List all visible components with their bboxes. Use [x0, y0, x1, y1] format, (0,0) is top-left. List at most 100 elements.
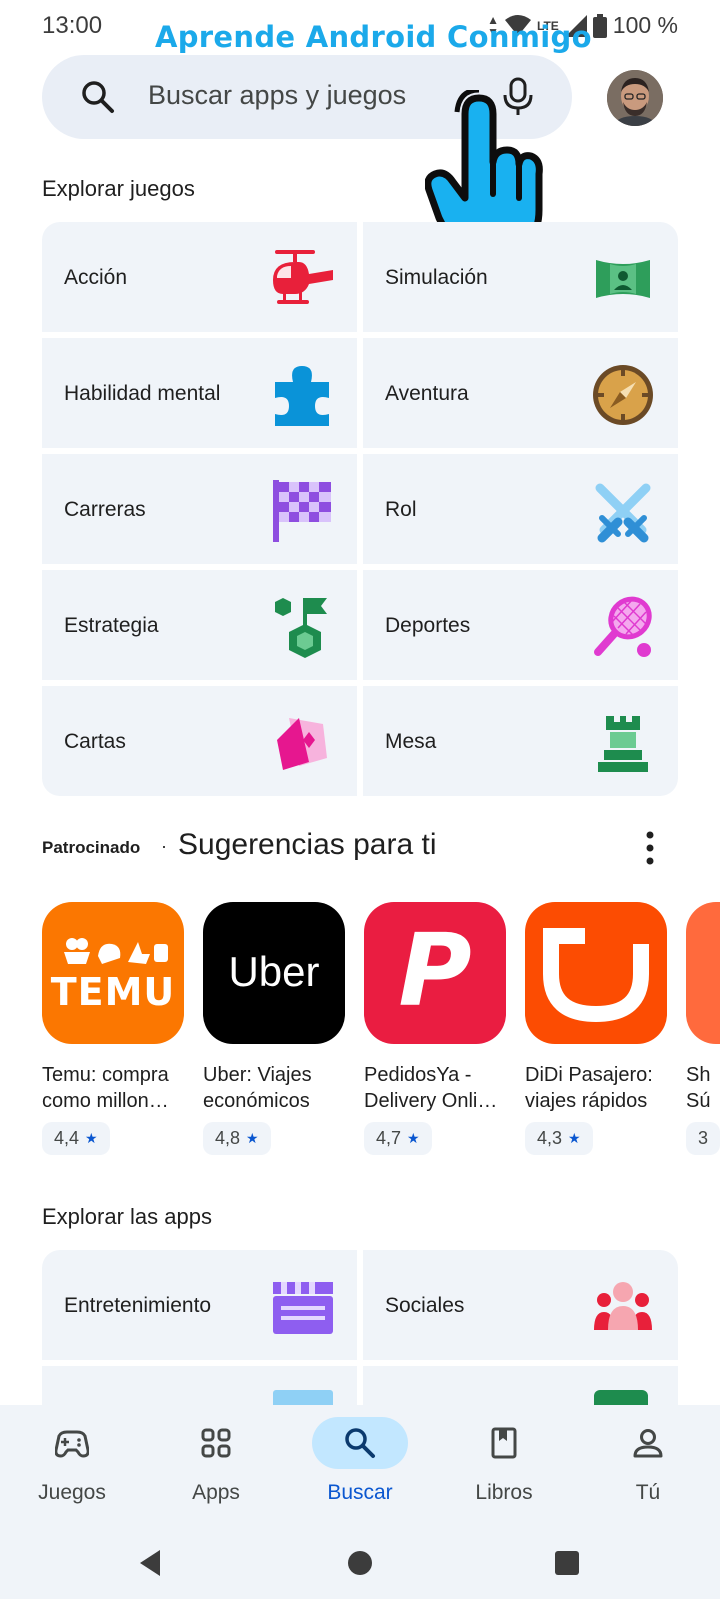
- category-label: Entretenimiento: [64, 1294, 212, 1317]
- pedidosya-app-icon[interactable]: P: [364, 902, 506, 1044]
- explore-games-title: Explorar juegos: [42, 176, 195, 201]
- clapperboard-icon: [273, 1282, 333, 1334]
- strategy-flag-icon: [275, 598, 327, 658]
- back-icon[interactable]: [136, 1548, 166, 1578]
- nav-label: Apps: [192, 1481, 240, 1504]
- category-label: Carreras: [64, 498, 146, 521]
- games-category-grid: Acción Simulación Habilidad mental Avent…: [42, 222, 678, 796]
- star-icon: ★: [407, 1130, 420, 1146]
- battery-percent: 100 %: [612, 12, 678, 38]
- app-name-line: como millon…: [42, 1090, 169, 1112]
- app-card-pedidosya[interactable]: P PedidosYa - Delivery Onli… 4,7 ★: [364, 902, 514, 1155]
- playing-cards-icon: [277, 718, 327, 770]
- rating-chip: 4,8 ★: [203, 1122, 271, 1155]
- app-name: Uber: Viajes económicos: [203, 1062, 345, 1114]
- app-card-didi[interactable]: DiDi Pasajero: viajes rápidos 4,3 ★: [525, 902, 675, 1155]
- uber-logo-text: Uber: [228, 948, 320, 995]
- pedidosya-logo-text: P: [398, 912, 472, 1029]
- category-simulacion[interactable]: Simulación: [363, 222, 678, 332]
- category-mesa[interactable]: Mesa: [363, 686, 678, 796]
- apps-grid-icon: [201, 1428, 231, 1458]
- nav-label: Juegos: [38, 1481, 106, 1504]
- category-label: Simulación: [385, 266, 488, 289]
- watermark: Aprende Android Conmigo: [155, 20, 592, 54]
- app-card-partial[interactable]: Sh Sú 3: [686, 902, 720, 1155]
- rating-chip: 4,4 ★: [42, 1122, 110, 1155]
- more-vert-icon[interactable]: [640, 830, 660, 866]
- nav-libros[interactable]: Libros: [432, 1405, 576, 1530]
- app-name-line: PedidosYa -: [364, 1064, 472, 1086]
- system-navigation: [0, 1530, 720, 1599]
- star-icon: ★: [568, 1130, 581, 1146]
- star-icon: ★: [85, 1130, 98, 1146]
- category-estrategia[interactable]: Estrategia: [42, 570, 357, 680]
- nav-buscar[interactable]: Buscar: [288, 1405, 432, 1530]
- category-rol[interactable]: Rol: [363, 454, 678, 564]
- app-name-line: Delivery Onli…: [364, 1090, 498, 1112]
- category-cartas[interactable]: Cartas: [42, 686, 357, 796]
- app-name: Sh Sú: [686, 1062, 720, 1114]
- nav-tu[interactable]: Tú: [576, 1405, 720, 1530]
- checkered-flag-icon: [273, 480, 331, 542]
- explore-apps-title: Explorar las apps: [42, 1204, 212, 1229]
- crossed-swords-icon: [595, 483, 651, 543]
- separator-dot: ·: [161, 836, 167, 856]
- book-icon: [491, 1427, 517, 1459]
- rating-value: 4,3: [537, 1128, 563, 1148]
- app-name-line: DiDi Pasajero:: [525, 1064, 653, 1086]
- chess-rook-icon: [598, 716, 648, 772]
- temu-logo-text: TEMU: [50, 970, 176, 1014]
- panorama-icon: [596, 260, 650, 298]
- nav-apps[interactable]: Apps: [144, 1405, 288, 1530]
- didi-app-icon[interactable]: [525, 902, 667, 1044]
- compass-icon: [593, 365, 653, 425]
- avatar[interactable]: [607, 70, 663, 126]
- category-entretenimiento[interactable]: Entretenimiento: [42, 1250, 357, 1360]
- category-label: Sociales: [385, 1294, 465, 1317]
- category-carreras[interactable]: Carreras: [42, 454, 357, 564]
- search-icon: [345, 1428, 375, 1458]
- category-sociales[interactable]: Sociales: [363, 1250, 678, 1360]
- nav-label: Tú: [635, 1481, 661, 1504]
- app-name: Temu: compra como millon…: [42, 1062, 184, 1114]
- person-icon: [633, 1429, 663, 1458]
- category-label: Mesa: [385, 730, 437, 753]
- category-aventura[interactable]: Aventura: [363, 338, 678, 448]
- rating-value: 4,7: [376, 1128, 402, 1148]
- search-input[interactable]: Buscar apps y juegos: [148, 80, 406, 111]
- recents-icon[interactable]: [552, 1548, 582, 1578]
- partial-app-icon[interactable]: [686, 902, 720, 1044]
- category-habilidad-mental[interactable]: Habilidad mental: [42, 338, 357, 448]
- app-card-temu[interactable]: TEMU Temu: compra como millon… 4,4 ★: [42, 902, 192, 1155]
- app-name-line: viajes rápidos: [525, 1090, 648, 1112]
- app-name-line: Temu: compra: [42, 1064, 169, 1086]
- rating-value: 3: [698, 1128, 709, 1148]
- search-icon: [82, 81, 114, 113]
- category-label: Aventura: [385, 382, 469, 405]
- rating-chip: 3: [686, 1122, 720, 1155]
- category-label: Cartas: [64, 730, 126, 753]
- home-icon[interactable]: [345, 1548, 375, 1578]
- app-name-line: Sh: [686, 1064, 711, 1086]
- helicopter-icon: [273, 250, 333, 304]
- suggestions-title: Sugerencias para ti: [178, 828, 437, 861]
- app-name: DiDi Pasajero: viajes rápidos: [525, 1062, 667, 1114]
- app-card-uber[interactable]: Uber Uber: Viajes económicos 4,8 ★: [203, 902, 353, 1155]
- category-accion[interactable]: Acción: [42, 222, 357, 332]
- battery-icon: [592, 13, 607, 38]
- sponsored-label: Patrocinado: [42, 838, 141, 857]
- app-name-line: económicos: [203, 1090, 310, 1112]
- nav-juegos[interactable]: Juegos: [0, 1405, 144, 1530]
- category-deportes[interactable]: Deportes: [363, 570, 678, 680]
- star-icon: ★: [246, 1130, 259, 1146]
- app-name-line: Uber: Viajes: [203, 1064, 312, 1086]
- gamepad-icon: [55, 1430, 89, 1458]
- uber-app-icon[interactable]: Uber: [203, 902, 345, 1044]
- temu-app-icon[interactable]: TEMU: [42, 902, 184, 1044]
- rating-chip: 4,3 ★: [525, 1122, 593, 1155]
- puzzle-icon: [275, 366, 329, 426]
- nav-label: Libros: [475, 1481, 533, 1504]
- rating-value: 4,8: [215, 1128, 241, 1148]
- category-label: Habilidad mental: [64, 382, 221, 405]
- rating-chip: 4,7 ★: [364, 1122, 432, 1155]
